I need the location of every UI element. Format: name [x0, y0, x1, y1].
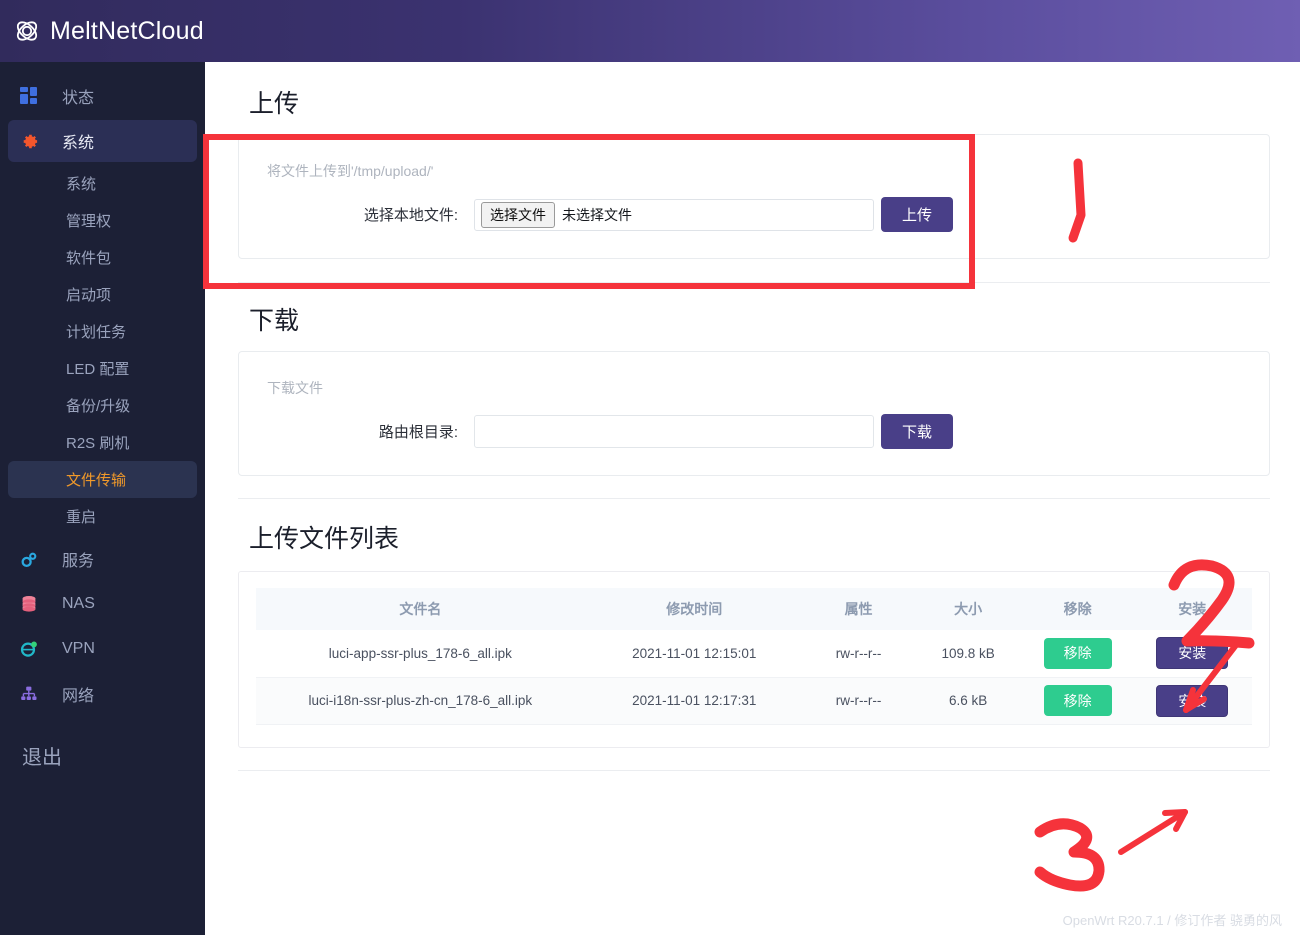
sidebar-item-label: NAS	[62, 595, 95, 612]
brand-title: MeltNetCloud	[50, 16, 204, 45]
sidebar-subitem-system[interactable]: 系统	[8, 165, 197, 202]
table-head: 文件名 修改时间 属性 大小 移除 安装	[256, 588, 1252, 630]
sidebar-subitem-admin[interactable]: 管理权	[8, 202, 197, 239]
sidebar-item-nas[interactable]: NAS	[8, 583, 197, 625]
sidebar-subitem-r2s-flash[interactable]: R2S 刷机	[8, 424, 197, 461]
download-submit-button[interactable]: 下载	[881, 414, 953, 449]
sidebar-subitem-label: 软件包	[66, 250, 112, 267]
cell-size: 109.8 kB	[913, 630, 1023, 678]
logout-button[interactable]: 退出	[0, 741, 205, 770]
sidebar-item-label: VPN	[62, 640, 95, 657]
download-card: 下载文件 路由根目录: 下载	[238, 351, 1270, 476]
file-status-text: 未选择文件	[562, 206, 632, 223]
col-header-install: 安装	[1178, 601, 1207, 617]
table-row: luci-app-ssr-plus_178-6_all.ipk 2021-11-…	[256, 630, 1252, 678]
col-header-filename: 文件名	[399, 601, 442, 617]
table-row: luci-i18n-ssr-plus-zh-cn_178-6_all.ipk 2…	[256, 677, 1252, 725]
sidebar-subitem-label: 管理权	[66, 213, 112, 230]
cell-size: 6.6 kB	[913, 677, 1023, 725]
upload-submit-button[interactable]: 上传	[881, 197, 953, 232]
upload-field-label: 选择本地文件:	[363, 207, 458, 224]
sidebar: 状态 系统 系统 管理权 软件包 启动项 计划任务 LED 配置 备份/升级 R…	[0, 62, 205, 935]
download-field-label: 路由根目录:	[378, 424, 458, 441]
sidebar-subitem-label: 计划任务	[66, 324, 127, 341]
sidebar-subitem-label: 系统	[66, 176, 97, 193]
sidebar-subitem-label: 启动项	[66, 287, 112, 304]
install-button[interactable]: 安装	[1156, 684, 1229, 717]
footer-text: OpenWrt R20.7.1 / 修订作者 骁勇的风	[1062, 913, 1282, 928]
upload-card: 将文件上传到'/tmp/upload/' 选择本地文件: 选择文件 未选择文件 …	[238, 134, 1270, 259]
sidebar-item-system[interactable]: 系统	[8, 120, 197, 162]
remove-button[interactable]: 移除	[1043, 685, 1112, 716]
sidebar-subitem-led-config[interactable]: LED 配置	[8, 350, 197, 387]
sidebar-subitem-packages[interactable]: 软件包	[8, 239, 197, 276]
sidebar-item-label: 系统	[62, 135, 95, 152]
cell-install: 安装	[1132, 630, 1252, 678]
install-button[interactable]: 安装	[1156, 637, 1229, 670]
sidebar-item-label: 状态	[62, 90, 95, 107]
cell-mtime: 2021-11-01 12:15:01	[584, 630, 804, 678]
choose-file-button[interactable]: 选择文件	[481, 201, 555, 228]
brand[interactable]: MeltNetCloud	[0, 17, 204, 46]
cell-filename: luci-i18n-ssr-plus-zh-cn_178-6_all.ipk	[256, 677, 585, 725]
table-header-row: 文件名 修改时间 属性 大小 移除 安装	[256, 588, 1252, 630]
sidebar-item-services[interactable]: 服务	[8, 538, 197, 580]
sidebar-item-label: 服务	[62, 553, 95, 570]
section-divider-3	[238, 769, 1270, 771]
gear-icon	[20, 132, 50, 151]
page-title-upload: 上传	[249, 90, 300, 118]
gears-icon	[20, 550, 50, 569]
remove-button[interactable]: 移除	[1043, 637, 1112, 669]
sidebar-item-network[interactable]: 网络	[8, 673, 197, 715]
cell-attr: rw-r--r--	[803, 677, 914, 725]
download-path-input[interactable]	[474, 415, 874, 448]
download-hint: 下载文件	[267, 380, 323, 396]
upload-form-row: 选择本地文件: 选择文件 未选择文件 上传	[239, 181, 1269, 258]
cell-install: 安装	[1132, 677, 1252, 725]
download-form-row: 路由根目录: 下载	[239, 398, 1269, 475]
sidebar-subitem-scheduled-tasks[interactable]: 计划任务	[8, 313, 197, 350]
cell-remove: 移除	[1022, 677, 1133, 725]
table-body: luci-app-ssr-plus_178-6_all.ipk 2021-11-…	[256, 630, 1252, 725]
top-bar: MeltNetCloud	[0, 0, 1300, 62]
filelist-card: 文件名 修改时间 属性 大小 移除 安装 luci-app-ssr-plus_1…	[238, 571, 1270, 748]
network-icon	[20, 685, 50, 703]
logout-label: 退出	[22, 747, 62, 769]
upload-hint: 将文件上传到'/tmp/upload/'	[267, 163, 434, 179]
sidebar-item-label: 网络	[62, 688, 95, 705]
globe-shield-icon	[20, 640, 50, 658]
sidebar-subitem-backup-upgrade[interactable]: 备份/升级	[8, 387, 197, 424]
sidebar-subitem-label: 重启	[66, 509, 97, 526]
sidebar-subitem-label: R2S 刷机	[66, 435, 130, 452]
sidebar-subitem-startup[interactable]: 启动项	[8, 276, 197, 313]
sidebar-subitem-label: 备份/升级	[66, 398, 131, 415]
col-header-size: 大小	[954, 601, 983, 617]
uploaded-files-table: 文件名 修改时间 属性 大小 移除 安装 luci-app-ssr-plus_1…	[256, 588, 1252, 725]
cell-filename: luci-app-ssr-plus_178-6_all.ipk	[256, 630, 585, 678]
main-content: 上传 将文件上传到'/tmp/upload/' 选择本地文件: 选择文件 未选择…	[205, 62, 1300, 935]
col-header-attr: 属性	[844, 601, 873, 617]
file-input[interactable]: 选择文件 未选择文件	[474, 198, 874, 231]
col-header-mtime: 修改时间	[666, 601, 723, 617]
sidebar-subitem-label: LED 配置	[66, 361, 130, 378]
sidebar-item-vpn[interactable]: VPN	[8, 628, 197, 670]
sidebar-subitem-file-transfer[interactable]: 文件传输	[8, 461, 197, 498]
cell-remove: 移除	[1022, 630, 1133, 678]
dashboard-icon	[20, 87, 50, 105]
page-title-filelist: 上传文件列表	[249, 525, 400, 553]
sidebar-subitem-reboot[interactable]: 重启	[8, 498, 197, 535]
cell-mtime: 2021-11-01 12:17:31	[584, 677, 804, 725]
sidebar-subitem-label: 文件传输	[66, 472, 127, 489]
atom-icon	[14, 18, 40, 44]
cell-attr: rw-r--r--	[803, 630, 914, 678]
sidebar-item-status[interactable]: 状态	[8, 75, 197, 117]
page-title-download: 下载	[249, 307, 300, 335]
col-header-remove: 移除	[1063, 601, 1092, 617]
database-icon	[20, 595, 50, 613]
